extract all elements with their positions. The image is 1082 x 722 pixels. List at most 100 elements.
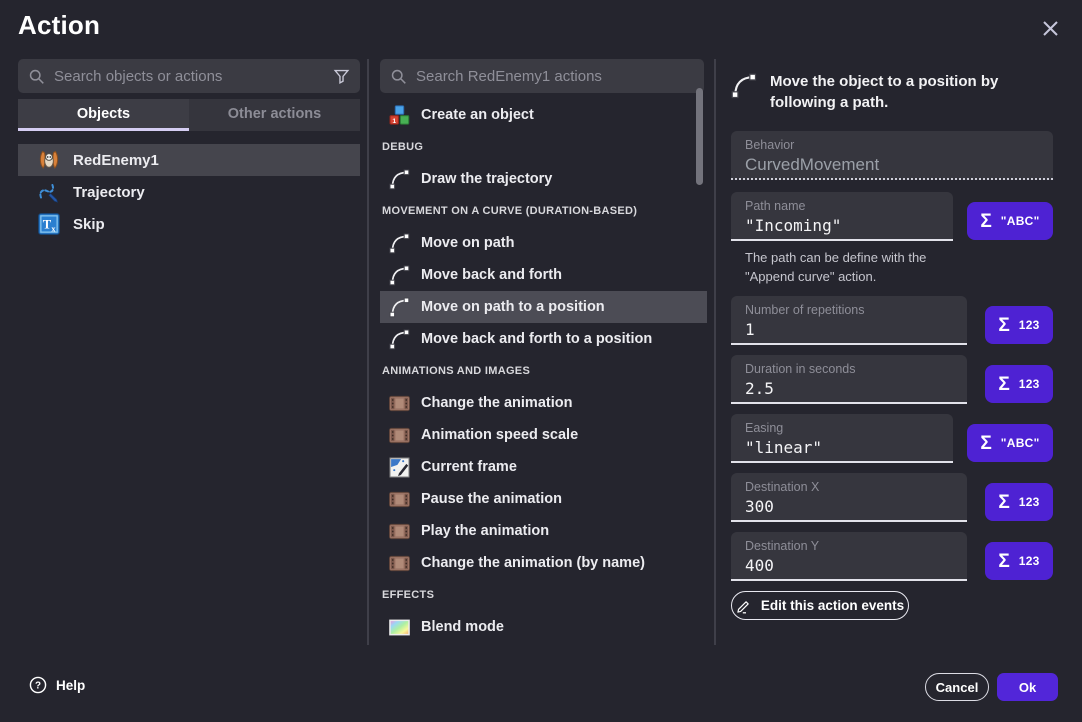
sigma-icon: Σ: [980, 212, 991, 231]
field-row-number-of-repetitions: Number of repetitions1 Σ 123: [731, 296, 1053, 345]
edit-action-events-button[interactable]: Edit this action events: [731, 591, 909, 620]
field-value: 300: [745, 495, 953, 518]
field-value: "Incoming": [745, 214, 939, 237]
action-item[interactable]: Change the animation (by name): [380, 547, 707, 579]
close-icon[interactable]: [1038, 16, 1062, 40]
search-icon: [390, 68, 407, 85]
curve-icon: [389, 169, 410, 190]
expression-button-label: 123: [1019, 318, 1040, 332]
object-item-trajectory[interactable]: Trajectory: [18, 176, 360, 208]
film-icon: [389, 553, 410, 574]
field-value: 1: [745, 318, 953, 341]
action-item-label: Draw the trajectory: [421, 171, 552, 187]
tab-objects[interactable]: Objects: [18, 99, 189, 131]
help-button[interactable]: ? Help: [29, 676, 85, 694]
panel-divider: [367, 59, 369, 645]
object-tabs: ObjectsOther actions: [18, 99, 360, 131]
action-item[interactable]: Move on path to a position: [380, 291, 707, 323]
cancel-button[interactable]: Cancel: [925, 673, 989, 701]
sigma-icon: Σ: [998, 552, 1009, 571]
action-item[interactable]: Draw the trajectory: [380, 163, 707, 195]
action-description-text: Move the object to a position by followi…: [770, 71, 1061, 113]
expression-editor-123-button[interactable]: Σ 123: [985, 483, 1053, 521]
field-value: 400: [745, 554, 953, 577]
filter-icon[interactable]: [333, 68, 350, 85]
field-label: Path name: [745, 199, 939, 214]
red-enemy-sprite-icon: [38, 149, 60, 171]
film-icon: [389, 489, 410, 510]
action-item[interactable]: Blend mode: [380, 611, 707, 643]
action-list: 1Create an objectDEBUG Draw the trajector…: [380, 99, 707, 643]
action-section-header: MOVEMENT ON A CURVE (DURATION-BASED): [380, 195, 707, 227]
field-value: 2.5: [745, 377, 953, 400]
action-item[interactable]: Move back and forth to a position: [380, 323, 707, 355]
action-item-label: Change the animation (by name): [421, 555, 645, 571]
field-label: Number of repetitions: [745, 303, 953, 318]
object-item-label: RedEnemy1: [73, 152, 159, 169]
action-item[interactable]: 1Create an object: [380, 99, 707, 131]
field-input-destination-x[interactable]: Destination X300: [731, 473, 967, 522]
object-list: RedEnemy1 TrajectoryTxSkip: [18, 144, 360, 240]
tab-other-actions[interactable]: Other actions: [189, 99, 360, 131]
action-item-label: Pause the animation: [421, 491, 562, 507]
field-row-behavior: BehaviorCurvedMovement: [731, 131, 1053, 180]
curve-icon: [389, 265, 410, 286]
objects-search-box[interactable]: [18, 59, 360, 93]
objects-search-input[interactable]: [54, 68, 324, 85]
object-item-skip[interactable]: TxSkip: [18, 208, 360, 240]
field-label: Behavior: [745, 138, 1039, 153]
expression-button-label: 123: [1019, 495, 1040, 509]
curve-path-icon: [731, 73, 757, 99]
action-item-label: Animation speed scale: [421, 427, 578, 443]
field-value: CurvedMovement: [745, 153, 1039, 176]
object-item-redenemy1[interactable]: RedEnemy1: [18, 144, 360, 176]
sigma-icon: Σ: [998, 493, 1009, 512]
svg-text:1: 1: [392, 117, 396, 124]
sigma-icon: Σ: [998, 375, 1009, 394]
action-item-label: Move back and forth to a position: [421, 331, 652, 347]
actions-search-input[interactable]: [416, 68, 694, 85]
action-item[interactable]: Move on path: [380, 227, 707, 259]
actions-search-box[interactable]: [380, 59, 704, 93]
action-item-label: Blend mode: [421, 619, 504, 635]
field-input-path-name[interactable]: Path name"Incoming": [731, 192, 953, 241]
parameter-fields: BehaviorCurvedMovement Path name"Incoming…: [731, 131, 1053, 620]
field-label: Destination Y: [745, 539, 953, 554]
action-item[interactable]: Play the animation: [380, 515, 707, 547]
action-item-label: Play the animation: [421, 523, 549, 539]
curve-icon: [389, 297, 410, 318]
field-input-destination-y[interactable]: Destination Y400: [731, 532, 967, 581]
field-helper-text: The path can be define with the "Append …: [745, 248, 953, 286]
pencil-icon: [736, 598, 752, 614]
action-section-header: DEBUG: [380, 131, 707, 163]
action-description: Move the object to a position by followi…: [731, 71, 1061, 113]
expression-editor-abc-button[interactable]: Σ "ABC": [967, 424, 1053, 462]
scrollbar-thumb[interactable]: [696, 88, 703, 185]
field-input-easing[interactable]: Easing"linear": [731, 414, 953, 463]
action-section-header: EFFECTS: [380, 579, 707, 611]
action-item[interactable]: Move back and forth: [380, 259, 707, 291]
action-item[interactable]: Animation speed scale: [380, 419, 707, 451]
expression-button-label: 123: [1019, 377, 1040, 391]
action-item[interactable]: Current frame: [380, 451, 707, 483]
dialog-title: Action: [18, 10, 100, 41]
ok-button[interactable]: Ok: [997, 673, 1058, 701]
expression-button-label: "ABC": [1001, 214, 1040, 228]
film-icon: [389, 425, 410, 446]
action-item[interactable]: Pause the animation: [380, 483, 707, 515]
expression-editor-abc-button[interactable]: Σ "ABC": [967, 202, 1053, 240]
action-item-label: Change the animation: [421, 395, 572, 411]
search-icon: [28, 68, 45, 85]
expression-editor-123-button[interactable]: Σ 123: [985, 365, 1053, 403]
action-item[interactable]: Change the animation: [380, 387, 707, 419]
text-object-icon: Tx: [38, 213, 60, 235]
expression-editor-123-button[interactable]: Σ 123: [985, 306, 1053, 344]
field-input-number-of-repetitions[interactable]: Number of repetitions1: [731, 296, 967, 345]
sigma-icon: Σ: [980, 434, 991, 453]
sigma-icon: Σ: [998, 316, 1009, 335]
field-input-duration-in-seconds[interactable]: Duration in seconds2.5: [731, 355, 967, 404]
help-label: Help: [56, 678, 85, 693]
field-row-destination-y: Destination Y400 Σ123: [731, 532, 1053, 581]
expression-button-label: "ABC": [1001, 436, 1040, 450]
expression-editor-123-button[interactable]: Σ123: [985, 542, 1053, 580]
